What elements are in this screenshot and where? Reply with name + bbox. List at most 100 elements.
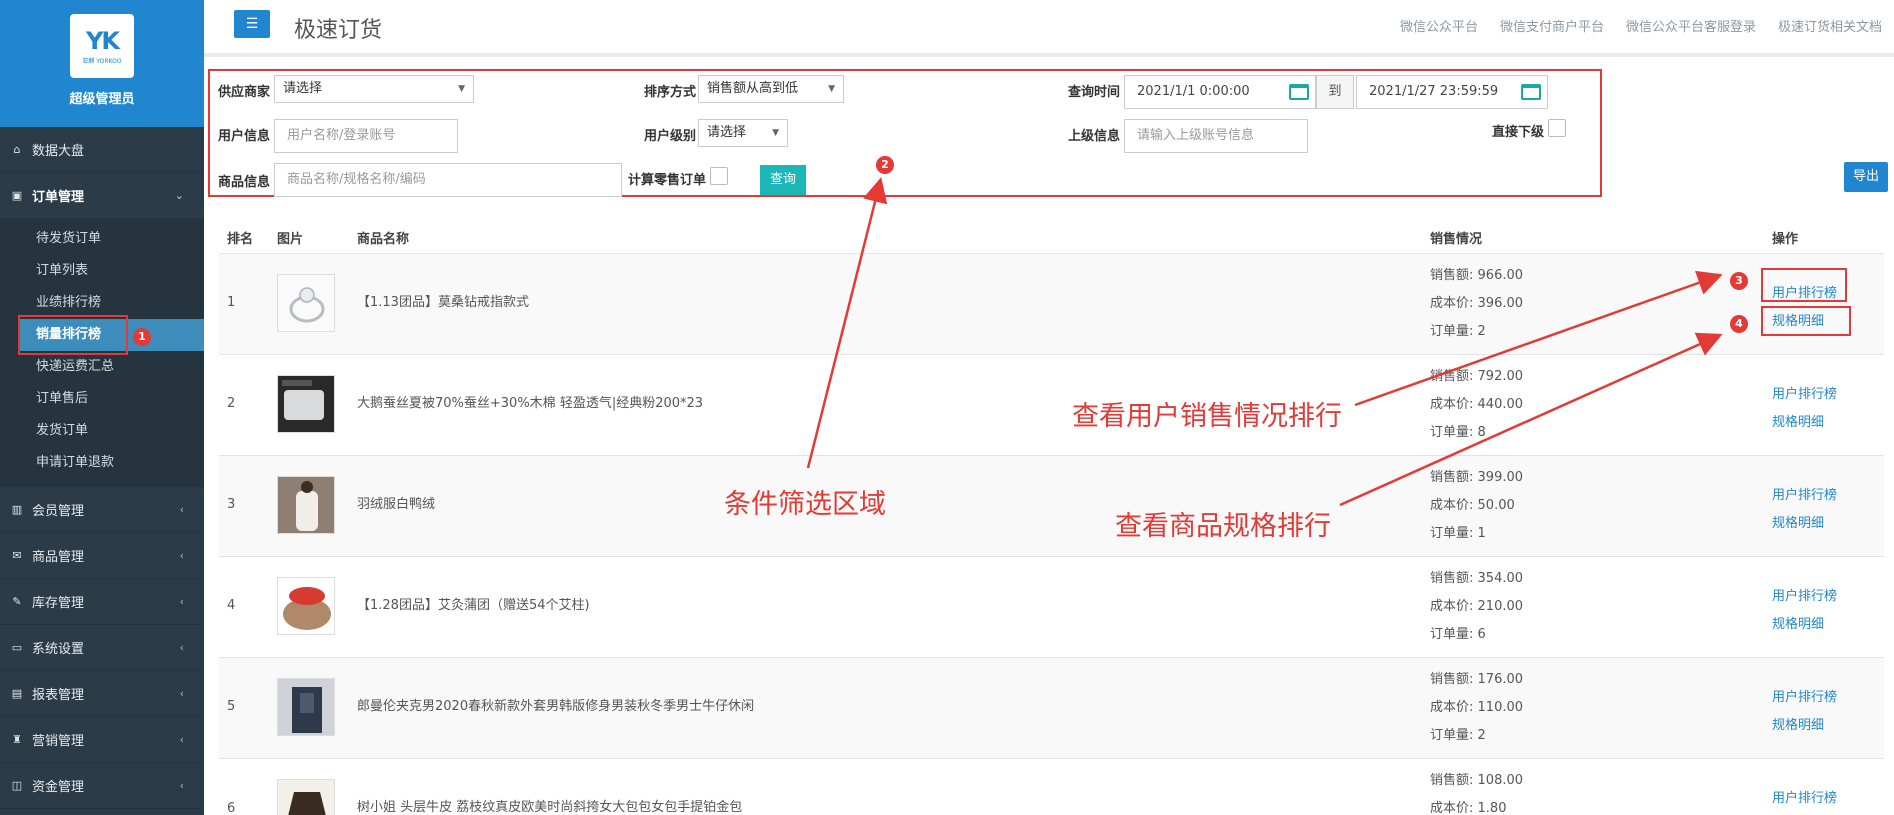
chevron-left-icon: ‹: [179, 595, 184, 608]
members-icon: ▥: [11, 503, 23, 516]
spec-detail-link[interactable]: 规格明细: [1772, 512, 1824, 531]
link-wechat-service-login[interactable]: 微信公众平台客服登录: [1626, 16, 1756, 35]
query-button[interactable]: 查询: [760, 165, 806, 195]
order-count-value: 6: [1477, 627, 1486, 642]
sidebar-item-label: 商品管理: [32, 550, 85, 565]
header-operation: 操作: [1772, 232, 1799, 247]
rank-cell: 3: [227, 497, 236, 512]
user-rank-link[interactable]: 用户排行榜: [1772, 484, 1837, 503]
link-wechat-platform[interactable]: 微信公众平台: [1400, 16, 1478, 35]
order-count-value: 8: [1477, 425, 1486, 440]
spec-detail-link[interactable]: 规格明细: [1772, 411, 1824, 430]
start-time-input[interactable]: 2021/1/1 0:00:00: [1124, 75, 1316, 109]
link-docs[interactable]: 极速订货相关文档: [1778, 16, 1882, 35]
page-title: 极速订货: [294, 18, 383, 43]
chevron-left-icon: ‹: [179, 549, 184, 562]
sidebar-item-products[interactable]: ✉ 商品管理 ‹: [0, 533, 204, 579]
subnav-order-list[interactable]: 订单列表: [0, 255, 204, 287]
rank-cell: 1: [227, 295, 236, 310]
sidebar-item-dashboard[interactable]: ⌂ 数据大盘: [0, 127, 204, 173]
cost-price-label: 成本价:: [1430, 498, 1474, 513]
table-row: 5 郎曼伦夹克男2020春秋新款外套男韩版修身男装秋冬季男士牛仔休闲 销售额: …: [219, 658, 1884, 759]
sidebar-item-inventory[interactable]: ✎ 库存管理 ‹: [0, 579, 204, 625]
user-level-select[interactable]: 请选择 ▼: [698, 119, 788, 147]
sales-amount-label: 销售额:: [1430, 470, 1474, 485]
product-info-label: 商品信息: [218, 175, 271, 190]
chevron-left-icon: ‹: [179, 733, 184, 746]
product-name: 【1.28团品】艾灸蒲团（赠送54个艾柱): [357, 598, 590, 613]
cost-price: 成本价: 210.00: [1430, 593, 1523, 621]
sidebar-item-members[interactable]: ▥ 会员管理 ‹: [0, 487, 204, 533]
sales-amount: 销售额: 399.00: [1430, 464, 1523, 492]
order-count: 订单量: 6: [1430, 621, 1523, 649]
sidebar-item-orders[interactable]: ▣ 订单管理 ⌄: [0, 173, 204, 219]
link-wechat-pay[interactable]: 微信支付商户平台: [1500, 16, 1604, 35]
cost-price-label: 成本价:: [1430, 801, 1474, 815]
orders-icon: ▣: [11, 189, 23, 202]
subnav-shipped-orders[interactable]: 发货订单: [0, 415, 204, 447]
user-info-label: 用户信息: [218, 129, 271, 144]
sidebar-item-label: 系统设置: [32, 642, 85, 657]
menu-toggle-button[interactable]: ☰: [234, 10, 270, 38]
subnav-refund-request[interactable]: 申请订单退款: [0, 447, 204, 479]
annotation-box-user-rank: [1761, 268, 1847, 302]
cost-price: 成本价: 110.00: [1430, 694, 1523, 722]
quilt-image: [278, 376, 334, 432]
user-rank-link[interactable]: 用户排行榜: [1772, 787, 1837, 806]
top-links: 微信公众平台 微信支付商户平台 微信公众平台客服登录 极速订货相关文档: [1400, 16, 1882, 35]
supplier-label: 供应商家: [218, 85, 271, 100]
calendar-icon[interactable]: [1289, 84, 1309, 100]
user-info-input[interactable]: 用户名称/登录账号: [274, 119, 458, 153]
start-time-value: 2021/1/1 0:00:00: [1137, 84, 1250, 99]
cushion-image: [278, 578, 334, 634]
sidebar-item-marketing[interactable]: ♜ 营销管理 ‹: [0, 717, 204, 763]
sidebar-item-funds[interactable]: ◫ 资金管理 ‹: [0, 763, 204, 809]
calendar-icon[interactable]: [1521, 84, 1541, 100]
annotation-badge-3: 3: [1730, 272, 1748, 290]
user-rank-link[interactable]: 用户排行榜: [1772, 383, 1837, 402]
annotation-badge-2: 2: [876, 156, 894, 174]
retail-order-checkbox[interactable]: [710, 167, 728, 185]
caret-down-icon: ▼: [772, 128, 779, 138]
sidebar-item-settings[interactable]: ▭ 系统设置 ‹: [0, 625, 204, 671]
sidebar-item-label: 营销管理: [32, 734, 85, 749]
annotation-box-sales-rank: [18, 315, 128, 355]
supplier-select[interactable]: 请选择 ▼: [274, 75, 474, 103]
sales-amount-label: 销售额:: [1430, 571, 1474, 586]
export-button[interactable]: 导出: [1844, 162, 1888, 192]
spec-detail-link[interactable]: 规格明细: [1772, 613, 1824, 632]
sales-amount: 销售额: 176.00: [1430, 666, 1523, 694]
product-name: 【1.13团品】莫桑钻戒指款式: [357, 295, 529, 310]
sales-info: 销售额: 792.00 成本价: 440.00 订单量: 8: [1430, 363, 1523, 447]
parent-info-input[interactable]: 请输入上级账号信息: [1124, 119, 1308, 153]
ring-image: [278, 275, 334, 331]
table-row: 3 羽绒服白鸭绒 销售额: 399.00 成本价: 50.00 订单量: 1 用…: [219, 456, 1884, 557]
chevron-left-icon: ‹: [179, 503, 184, 516]
sales-info: 销售额: 399.00 成本价: 50.00 订单量: 1: [1430, 464, 1523, 548]
sidebar-item-reports[interactable]: ▤ 报表管理 ‹: [0, 671, 204, 717]
subnav-after-sales[interactable]: 订单售后: [0, 383, 204, 415]
filter-area: 供应商家 请选择 ▼ 排序方式 销售额从高到低 ▼ 查询时间 2021/1/1 …: [208, 69, 1602, 197]
user-rank-link[interactable]: 用户排行榜: [1772, 585, 1837, 604]
order-count-value: 2: [1477, 728, 1486, 743]
table-row: 1 【1.13团品】莫桑钻戒指款式 销售额: 966.00 成本价: 396.0…: [219, 254, 1884, 355]
annotation-box-spec-detail: [1761, 306, 1851, 336]
order-count-label: 订单量:: [1430, 526, 1474, 541]
inventory-icon: ✎: [12, 595, 22, 608]
subnav-pending-orders[interactable]: 待发货订单: [0, 223, 204, 255]
user-rank-link[interactable]: 用户排行榜: [1772, 686, 1837, 705]
sort-select[interactable]: 销售额从高到低 ▼: [698, 75, 844, 103]
cost-price-value: 50.00: [1477, 498, 1515, 513]
subnav-shipping-summary[interactable]: 快递运费汇总: [0, 351, 204, 383]
end-time-input[interactable]: 2021/1/27 23:59:59: [1356, 75, 1548, 109]
product-image-downcoat: [277, 476, 335, 534]
monitor-icon: ▭: [11, 641, 23, 654]
rank-cell: 4: [227, 598, 236, 613]
logo-mark: YK: [86, 26, 120, 55]
direct-sub-checkbox[interactable]: [1548, 119, 1566, 137]
product-name: 大鹅蚕丝夏被70%蚕丝+30%木棉 轻盈透气|经典粉200*23: [357, 396, 704, 411]
sort-select-value: 销售额从高到低: [707, 81, 799, 96]
spec-detail-link[interactable]: 规格明细: [1772, 714, 1824, 733]
product-info-input[interactable]: 商品名称/规格名称/编码: [274, 163, 622, 197]
chart-icon: ▤: [11, 687, 23, 700]
